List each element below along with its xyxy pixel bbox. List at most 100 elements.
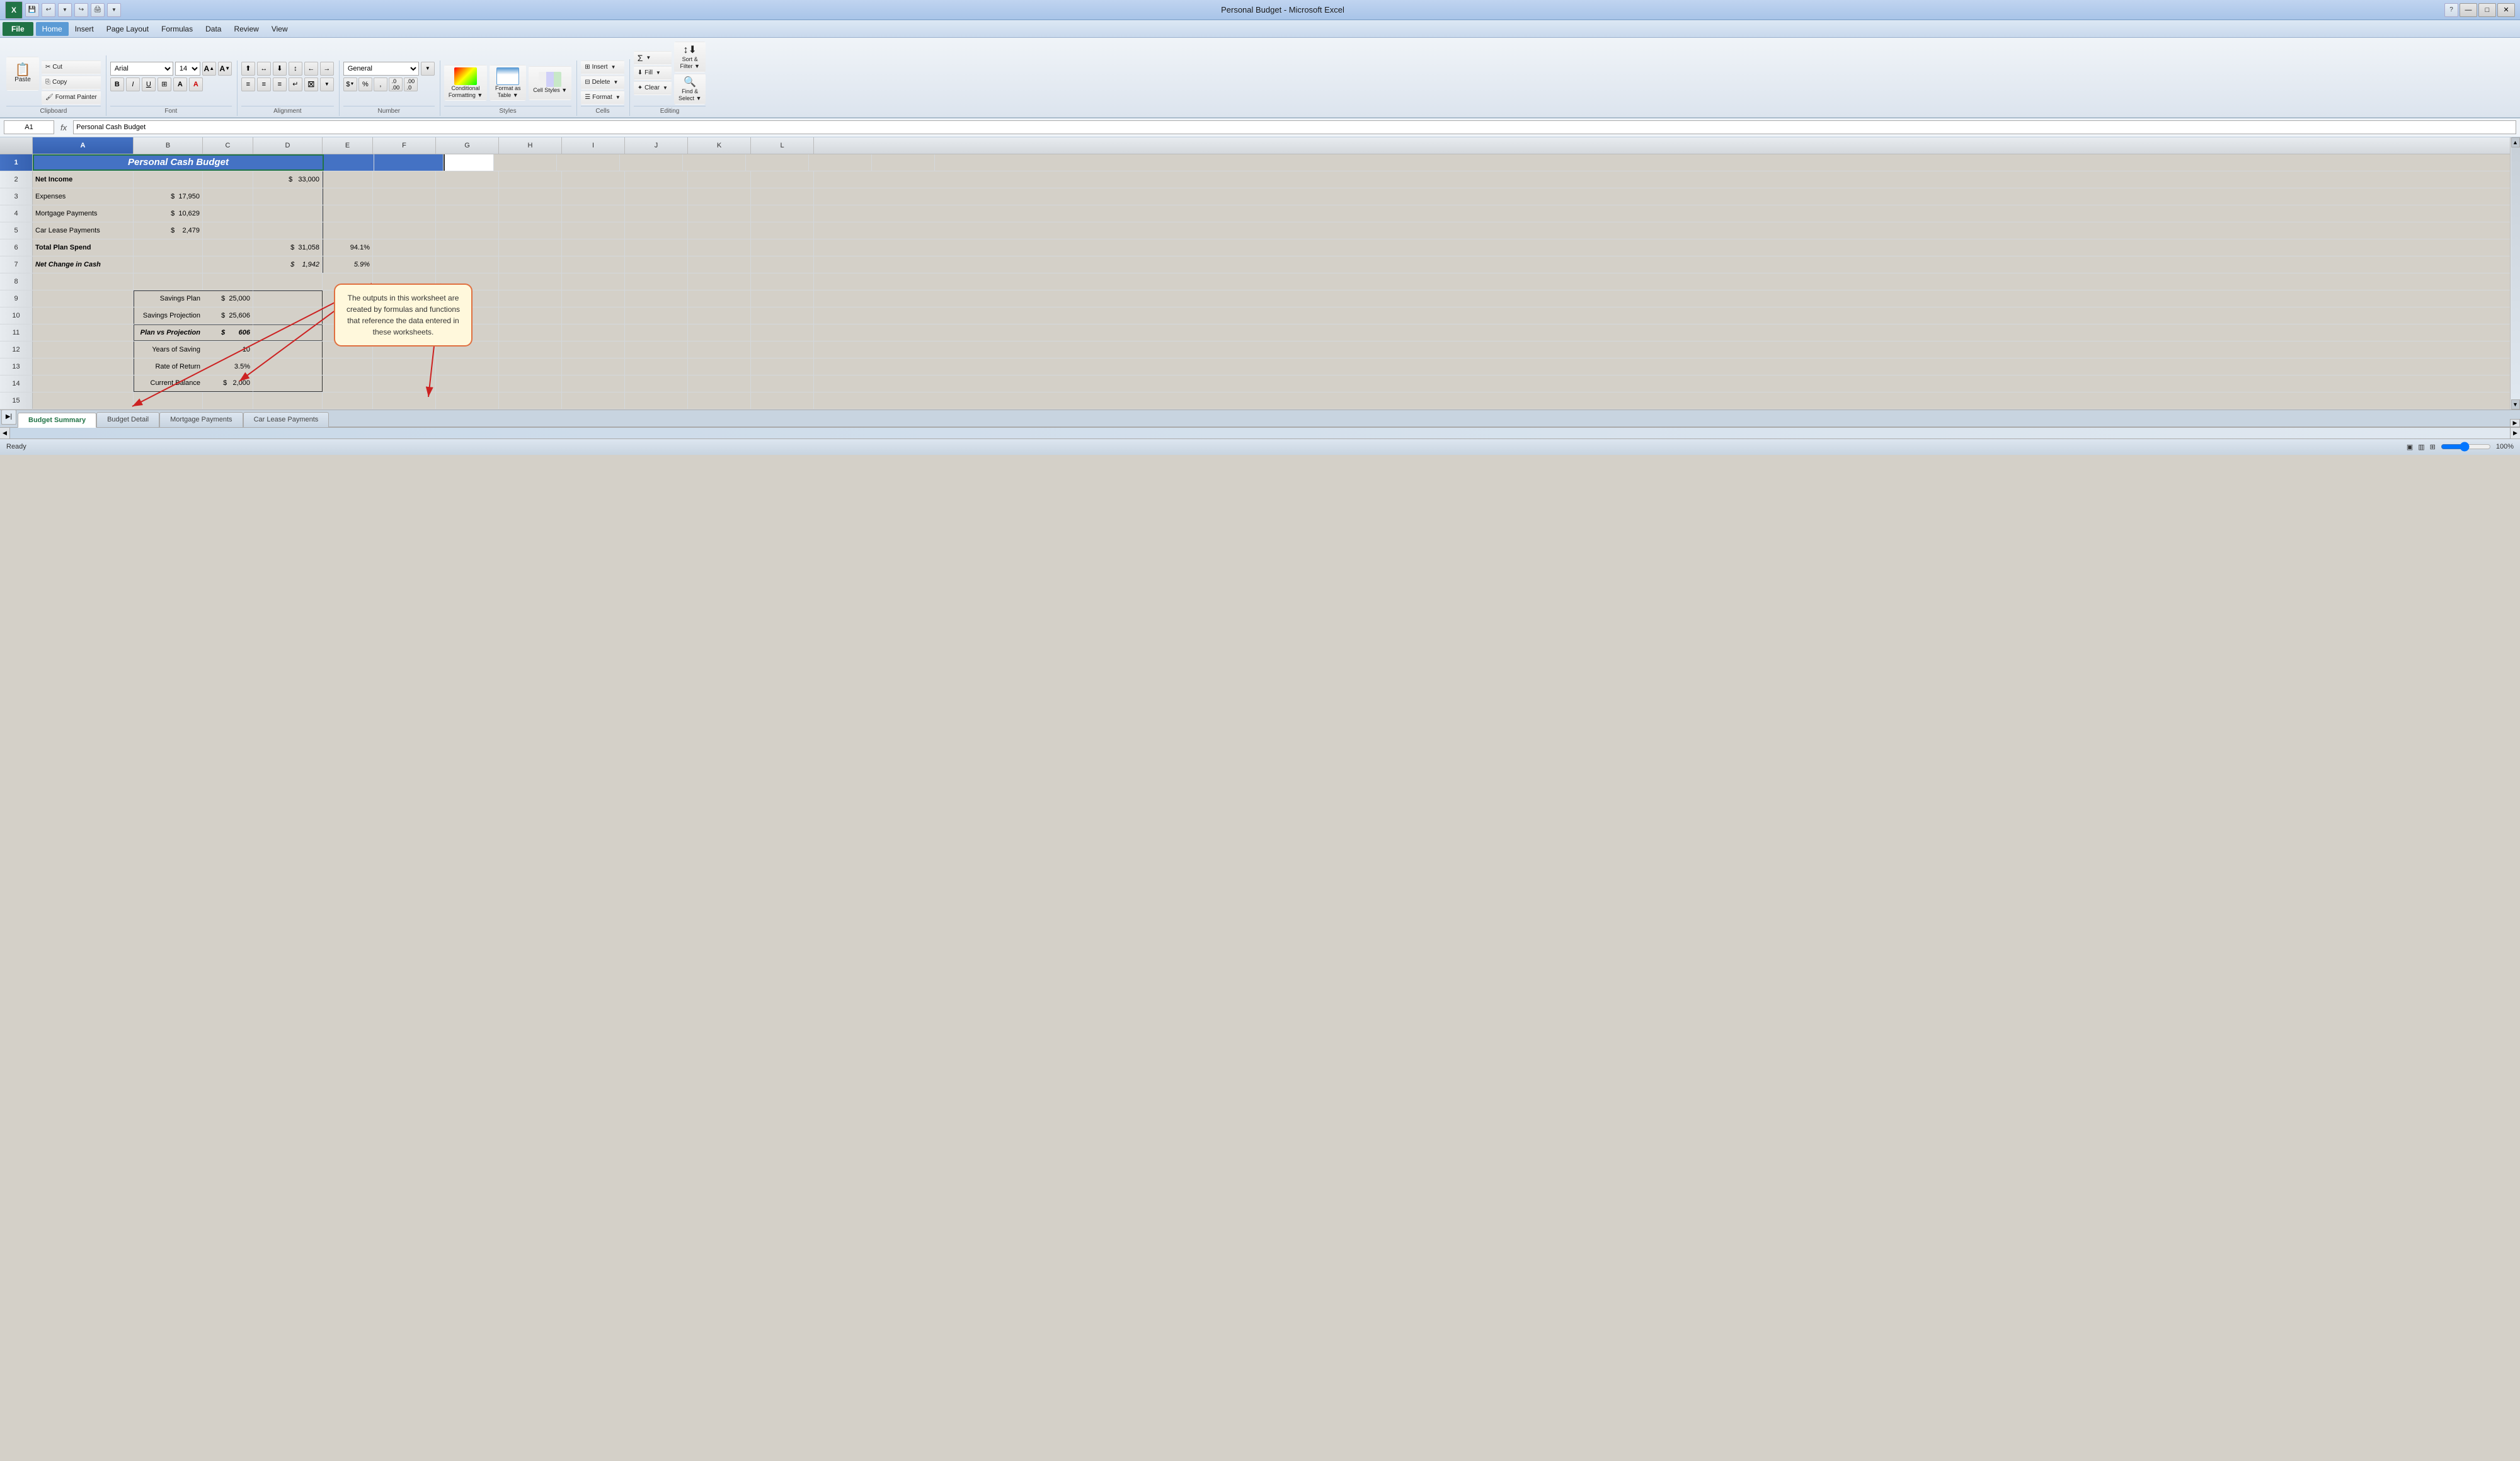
cell-I14[interactable] (562, 375, 625, 392)
comma-button[interactable]: , (374, 77, 387, 91)
cell-A2[interactable]: Net Income (33, 171, 134, 188)
merge-button[interactable]: ⊠ (304, 77, 318, 91)
cell-D8[interactable] (253, 273, 323, 290)
cell-C11[interactable]: $ 606 (203, 324, 253, 341)
font-color-button[interactable]: A (189, 77, 203, 91)
cell-I9[interactable] (562, 290, 625, 307)
cell-C15[interactable] (203, 392, 253, 409)
cell-K7[interactable] (688, 256, 751, 273)
scroll-right-button[interactable]: ▶ (2510, 428, 2520, 438)
cell-F2[interactable] (373, 171, 436, 188)
number-format-dropdown[interactable]: ▼ (421, 62, 435, 76)
cell-J5[interactable] (625, 222, 688, 239)
cell-C8[interactable] (203, 273, 253, 290)
cell-B3[interactable]: $ 17,950 (134, 188, 203, 205)
cell-B6[interactable] (134, 239, 203, 256)
cell-C10[interactable]: $ 25,606 (203, 307, 253, 324)
format-as-table-button[interactable]: Format asTable ▼ (490, 65, 526, 101)
cell-E6[interactable]: 94.1% (323, 239, 373, 256)
col-header-L[interactable]: L (751, 137, 814, 154)
align-center-button[interactable]: ≡ (257, 77, 271, 91)
cell-C7[interactable] (203, 256, 253, 273)
cell-G6[interactable] (436, 239, 499, 256)
cell-J2[interactable] (625, 171, 688, 188)
save-button[interactable]: 💾 (25, 3, 39, 17)
cell-J3[interactable] (625, 188, 688, 205)
help-button[interactable]: ? (2444, 3, 2458, 17)
cell-I1[interactable] (683, 154, 746, 171)
row-header-8[interactable]: 8 (0, 273, 33, 290)
name-box[interactable]: A1 (4, 120, 54, 134)
cell-G5[interactable] (436, 222, 499, 239)
cell-A14[interactable] (33, 375, 134, 392)
cell-H14[interactable] (499, 375, 562, 392)
row-header-5[interactable]: 5 (0, 222, 33, 239)
cell-B4[interactable]: $ 10,629 (134, 205, 203, 222)
row-header-10[interactable]: 10 (0, 307, 33, 324)
col-header-B[interactable]: B (134, 137, 203, 154)
cell-A4[interactable]: Mortgage Payments (33, 205, 134, 222)
cell-E1[interactable] (444, 154, 494, 171)
cell-B13[interactable]: Rate of Return (134, 358, 203, 375)
format-button[interactable]: ☰Format▼ (581, 91, 624, 105)
cell-H3[interactable] (499, 188, 562, 205)
cell-J10[interactable] (625, 307, 688, 324)
qat-dropdown[interactable]: ▼ (107, 3, 121, 17)
cell-J9[interactable] (625, 290, 688, 307)
cell-A9[interactable] (33, 290, 134, 307)
cell-A10[interactable] (33, 307, 134, 324)
cell-D6[interactable]: $ 31,058 (253, 239, 323, 256)
print-button[interactable]: 🖨 (91, 3, 105, 17)
cell-L7[interactable] (751, 256, 814, 273)
cell-I13[interactable] (562, 358, 625, 375)
cell-G4[interactable] (436, 205, 499, 222)
number-format-select[interactable]: General (343, 62, 419, 76)
tab-car-lease-payments[interactable]: Car Lease Payments (243, 412, 329, 427)
col-header-D[interactable]: D (253, 137, 323, 154)
cell-I4[interactable] (562, 205, 625, 222)
cell-I2[interactable] (562, 171, 625, 188)
cell-J11[interactable] (625, 324, 688, 341)
cell-G3[interactable] (436, 188, 499, 205)
decrease-decimal-button[interactable]: .00.0 (404, 77, 418, 91)
format-painter-button[interactable]: 🖌Format Painter (42, 91, 101, 105)
cell-L6[interactable] (751, 239, 814, 256)
cell-B14[interactable]: Current Balance (134, 375, 203, 392)
row-header-2[interactable]: 2 (0, 171, 33, 188)
border-button[interactable]: ⊞ (158, 77, 171, 91)
align-middle-button[interactable]: ↔ (257, 62, 271, 76)
cell-D10[interactable] (253, 307, 323, 324)
view-page-break-icon[interactable]: ⊞ (2430, 443, 2436, 451)
cell-D7[interactable]: $ 1,942 (253, 256, 323, 273)
cell-J4[interactable] (625, 205, 688, 222)
cell-H1[interactable] (620, 154, 683, 171)
view-normal-icon[interactable]: ▣ (2407, 443, 2413, 451)
cell-H2[interactable] (499, 171, 562, 188)
cell-E14[interactable] (323, 375, 373, 392)
cell-H5[interactable] (499, 222, 562, 239)
cell-K3[interactable] (688, 188, 751, 205)
cell-F3[interactable] (373, 188, 436, 205)
cell-F14[interactable] (373, 375, 436, 392)
cell-B2[interactable] (134, 171, 203, 188)
cell-D15[interactable] (253, 392, 323, 409)
row-header-7[interactable]: 7 (0, 256, 33, 273)
cell-D11[interactable] (253, 324, 323, 341)
cell-E2[interactable] (323, 171, 373, 188)
close-button[interactable]: ✕ (2497, 3, 2515, 17)
tab-last-button[interactable]: ▶| (1, 410, 16, 425)
shrink-font-button[interactable]: A▼ (218, 62, 232, 76)
cell-A3[interactable]: Expenses (33, 188, 134, 205)
cell-K5[interactable] (688, 222, 751, 239)
cell-L13[interactable] (751, 358, 814, 375)
cell-G7[interactable] (436, 256, 499, 273)
cell-D2[interactable]: $ 33,000 (253, 171, 323, 188)
align-bottom-button[interactable]: ⬇ (273, 62, 287, 76)
tab-budget-summary[interactable]: Budget Summary (18, 413, 96, 428)
cell-L8[interactable] (751, 273, 814, 290)
cell-A8[interactable] (33, 273, 134, 290)
cell-C13[interactable]: 3.5% (203, 358, 253, 375)
cell-H7[interactable] (499, 256, 562, 273)
align-left-button[interactable]: ≡ (241, 77, 255, 91)
row-header-1[interactable]: 1 (0, 154, 33, 171)
